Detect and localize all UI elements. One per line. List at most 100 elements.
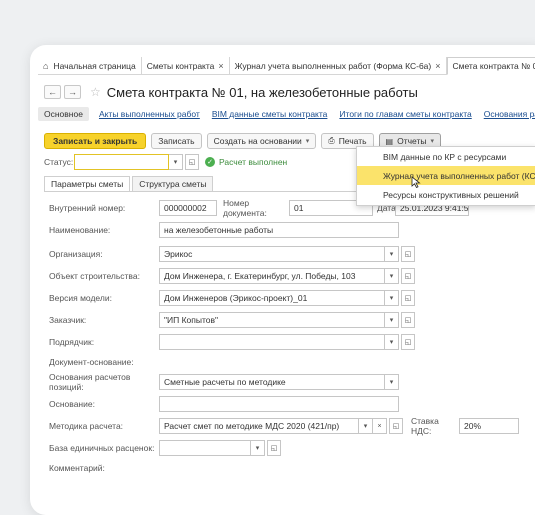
row-doc-basis: Документ-основание: [49, 354, 159, 370]
field-label: Подрядчик: [49, 337, 159, 347]
tab-label: Начальная страница [53, 61, 135, 71]
row-model-version: Версия модели: Дом Инженеров (Эрикос-про… [49, 290, 415, 306]
dropdown-arrow-icon[interactable]: ▾ [251, 440, 265, 456]
button-label: Отчеты [397, 136, 426, 146]
arrow-right-icon: → [68, 87, 77, 97]
link-position-basis[interactable]: Основания расчета позиций [484, 109, 535, 119]
tab-estimate-structure[interactable]: Структура сметы [132, 176, 213, 192]
open-icon[interactable]: ◱ [185, 154, 199, 170]
position-basis-input[interactable]: Сметные расчеты по методике [159, 374, 385, 390]
field-label: Методика расчета: [49, 421, 159, 431]
field-label: Внутренний номер: [49, 203, 159, 213]
star-icon[interactable]: ☆ [90, 85, 101, 99]
open-icon[interactable]: ◱ [389, 418, 403, 434]
row-unit-base: База единичных расценок: ▾ ◱ [49, 440, 281, 456]
field-label: Ставка НДС: [411, 416, 459, 436]
field-label: Основание: [49, 399, 159, 409]
status-input[interactable] [74, 154, 169, 170]
field-label: Наименование: [49, 225, 159, 235]
model-version-input[interactable]: Дом Инженеров (Эрикос-проект)_01 [159, 290, 385, 306]
dropdown-arrow-icon[interactable]: ▾ [385, 334, 399, 350]
tab-contract-estimates[interactable]: Сметы контракта × [142, 57, 230, 74]
printer-icon: ⎙ [328, 136, 334, 146]
row-basis: Основание: [49, 396, 399, 412]
mouse-cursor-icon [411, 176, 421, 188]
row-position-basis: Основания расчетов позиций: Сметные расч… [49, 374, 399, 390]
basis-input[interactable] [159, 396, 399, 412]
open-icon[interactable]: ◱ [401, 312, 415, 328]
save-and-close-button[interactable]: Записать и закрыть [44, 133, 146, 149]
name-input[interactable]: на железобетонные работы [159, 222, 399, 238]
field-label: Основания расчетов позиций: [49, 372, 159, 392]
open-icon[interactable]: ◱ [267, 440, 281, 456]
check-icon: ✓ [205, 157, 215, 167]
dropdown-arrow-icon[interactable]: ▾ [385, 268, 399, 284]
calc-status-text: Расчет выполнен [219, 157, 287, 167]
tab-label: Сметы контракта [147, 61, 215, 71]
object-input[interactable]: Дом Инженера, г. Екатеринбург, ул. Побед… [159, 268, 385, 284]
open-icon[interactable]: ◱ [401, 246, 415, 262]
save-button[interactable]: Записать [151, 133, 201, 149]
arrow-left-icon: ← [48, 87, 57, 97]
vat-input[interactable]: 20% [459, 418, 519, 434]
dropdown-arrow-icon[interactable]: ▾ [385, 246, 399, 262]
reports-menu: BIM данные по КР с ресурсами Журнал учет… [356, 146, 535, 206]
close-icon[interactable]: × [218, 61, 223, 71]
menu-item-bim-kr[interactable]: BIM данные по КР с ресурсами [357, 147, 535, 166]
customer-input[interactable]: "ИП Копытов" [159, 312, 385, 328]
section-links: Основное Акты выполненных работ BIM данн… [44, 105, 535, 123]
field-label: Комментарий: [49, 463, 159, 473]
field-label: Документ-основание: [49, 357, 159, 367]
tab-estimate-params[interactable]: Параметры сметы [44, 176, 130, 192]
dropdown-arrow-icon[interactable]: ▾ [169, 154, 183, 170]
dropdown-arrow-icon[interactable]: ▾ [385, 290, 399, 306]
back-button[interactable]: ← [44, 85, 61, 99]
row-calc-method: Методика расчета: Расчет смет по методик… [49, 418, 519, 434]
organization-input[interactable]: Эрикос [159, 246, 385, 262]
caret-down-icon: ▾ [306, 137, 310, 145]
link-acts[interactable]: Акты выполненных работ [99, 109, 200, 119]
forward-button[interactable]: → [64, 85, 81, 99]
create-based-on-button[interactable]: Создать на основании ▾ [207, 133, 317, 149]
row-customer: Заказчик: "ИП Копытов" ▾ ◱ [49, 312, 415, 328]
link-bim-data[interactable]: BIM данные сметы контракта [212, 109, 328, 119]
status-label: Статус: [44, 157, 74, 167]
open-icon[interactable]: ◱ [401, 290, 415, 306]
dropdown-arrow-icon[interactable]: ▾ [385, 374, 399, 390]
open-icon[interactable]: ◱ [401, 268, 415, 284]
close-icon[interactable]: × [435, 61, 440, 71]
row-organization: Организация: Эрикос ▾ ◱ [49, 246, 415, 262]
field-label: Объект строительства: [49, 271, 159, 281]
dropdown-arrow-icon[interactable]: ▾ [385, 312, 399, 328]
link-main[interactable]: Основное [38, 107, 89, 121]
tab-contract-estimate-01[interactable]: Смета контракта № 01, на железобетонные … [447, 57, 535, 75]
report-icon: ▤ [386, 137, 394, 146]
title-row: ← → ☆ Смета контракта № 01, на железобет… [44, 81, 535, 103]
tab-works-journal[interactable]: Журнал учета выполненных работ (Форма КС… [230, 57, 447, 74]
field-label: Заказчик: [49, 315, 159, 325]
button-label: Печать [339, 136, 367, 146]
row-name: Наименование: на железобетонные работы [49, 222, 399, 238]
internal-number-input[interactable]: 000000002 [159, 200, 217, 216]
row-object: Объект строительства: Дом Инженера, г. Е… [49, 268, 415, 284]
row-contractor: Подрядчик: ▾ ◱ [49, 334, 415, 350]
tabs-bar: ⌂ Начальная страница Сметы контракта × Ж… [38, 57, 535, 75]
link-chapter-totals[interactable]: Итоги по главам сметы контракта [339, 109, 471, 119]
row-comment: Комментарий: [49, 460, 159, 476]
button-label: Создать на основании [214, 136, 302, 146]
inner-tabs: Параметры сметы Структура сметы [44, 176, 215, 192]
unit-base-input[interactable] [159, 440, 251, 456]
home-icon: ⌂ [43, 61, 48, 71]
clear-icon[interactable]: × [373, 418, 387, 434]
menu-item-ks6a-journal[interactable]: Журнал учета выполненных работ (КС-6а) [357, 166, 535, 185]
menu-item-construction-resources[interactable]: Ресурсы конструктивных решений [357, 185, 535, 204]
tab-home[interactable]: ⌂ Начальная страница [38, 57, 142, 74]
app-window: ⌂ Начальная страница Сметы контракта × Ж… [30, 45, 535, 515]
field-label: Версия модели: [49, 293, 159, 303]
calc-method-input[interactable]: Расчет смет по методике МДС 2020 (421/пр… [159, 418, 359, 434]
open-icon[interactable]: ◱ [401, 334, 415, 350]
contractor-input[interactable] [159, 334, 385, 350]
dropdown-arrow-icon[interactable]: ▾ [359, 418, 373, 434]
field-label: Номер документа: [223, 198, 289, 218]
tab-label: Смета контракта № 01, на железобетонные … [453, 61, 535, 71]
